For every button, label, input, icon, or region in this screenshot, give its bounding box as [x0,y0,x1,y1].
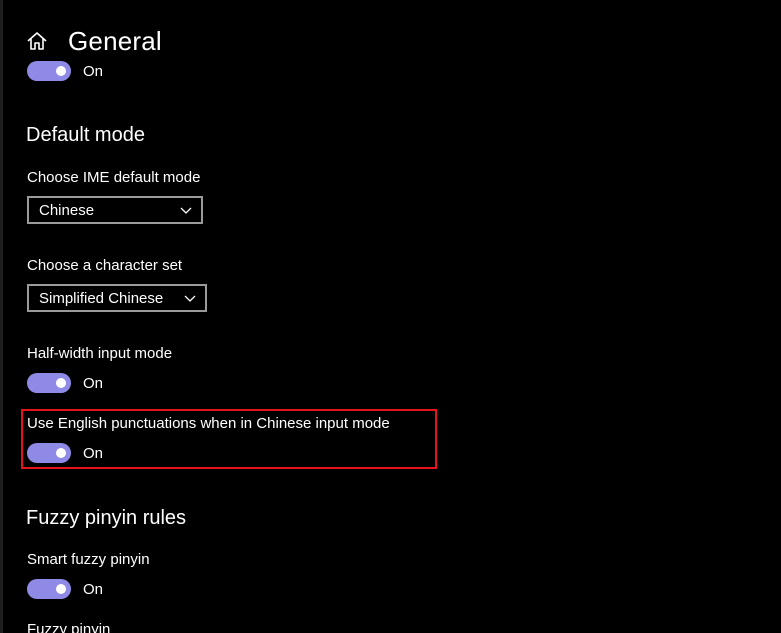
toggle-knob [56,66,66,76]
smart-fuzzy-pinyin-label: Smart fuzzy pinyin [27,551,150,568]
english-punctuation-toggle-row: On [27,443,103,463]
top-toggle-switch[interactable] [27,61,71,81]
half-width-toggle-switch[interactable] [27,373,71,393]
section-title-default-mode: Default mode [26,124,145,146]
english-punctuation-label: Use English punctuations when in Chinese… [27,415,390,432]
character-set-label: Choose a character set [27,257,183,274]
half-width-label: Half-width input mode [27,345,173,362]
toggle-state-label: On [83,374,104,392]
character-set-dropdown[interactable]: Simplified Chinese [27,284,207,312]
top-toggle-row: On [27,61,103,81]
half-width-toggle-row: On [27,373,103,393]
page-title: General [68,25,162,56]
english-punctuation-toggle-switch[interactable] [27,443,71,463]
home-icon[interactable] [26,30,48,52]
smart-fuzzy-pinyin-toggle-switch[interactable] [27,579,71,599]
fuzzy-pinyin-label: Fuzzy pinyin [27,621,111,633]
toggle-state-label: On [83,580,104,598]
chevron-down-icon [179,203,193,217]
toggle-state-label: On [83,444,104,462]
toggle-knob [56,584,66,594]
toggle-state-label: On [83,62,104,80]
window-left-edge [0,0,3,633]
toggle-knob [56,448,66,458]
dropdown-value: Simplified Chinese [39,289,164,307]
section-title-fuzzy-pinyin: Fuzzy pinyin rules [26,507,187,529]
smart-fuzzy-pinyin-toggle-row: On [27,579,103,599]
page-header: General [26,24,162,58]
ime-default-mode-dropdown[interactable]: Chinese [27,196,203,224]
ime-default-mode-label: Choose IME default mode [27,169,201,186]
toggle-knob [56,378,66,388]
dropdown-value: Chinese [39,201,95,219]
chevron-down-icon [183,291,197,305]
